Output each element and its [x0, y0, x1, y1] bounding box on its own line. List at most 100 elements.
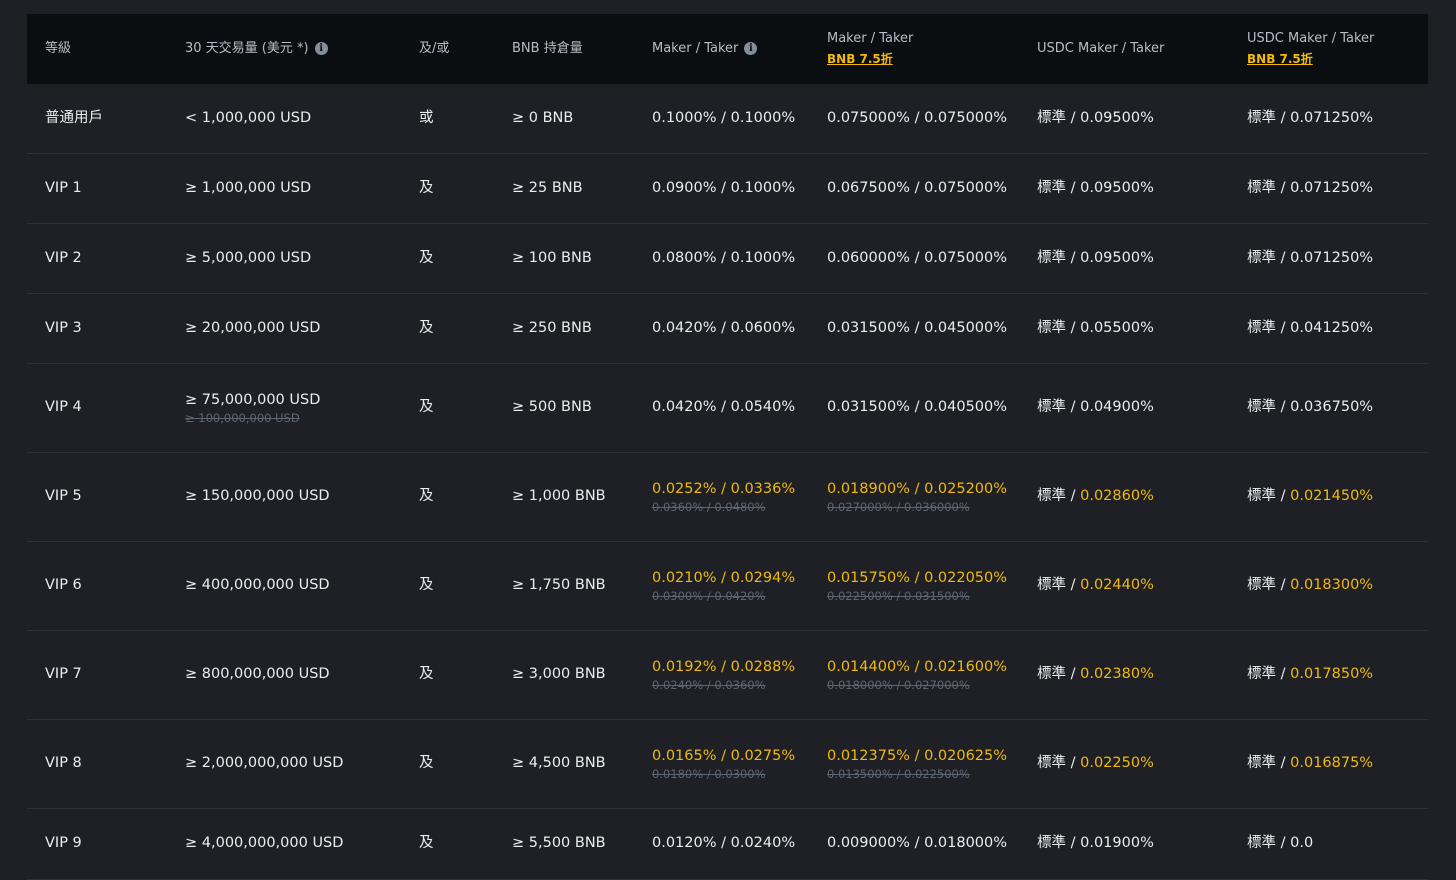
maker-taker-value: 0.0420% / 0.0540%: [652, 399, 796, 416]
volume-value: ≥ 20,000,000 USD: [185, 319, 321, 336]
maker-taker-bnb-cell: 0.067500% / 0.075000%: [809, 178, 1019, 200]
volume-value: ≥ 1,000,000 USD: [185, 179, 312, 196]
bnb-value: ≥ 500 BNB: [512, 399, 592, 416]
usdc-standard-label: 標準 /: [1037, 577, 1081, 594]
table-row: VIP 2 ≥ 5,000,000 USD 及 ≥ 100 BNB 0.0800…: [27, 224, 1428, 294]
usdc-bnb-value: 0.018300%: [1290, 577, 1374, 594]
usdc-cell: 標準 / 0.02860%: [1019, 486, 1229, 508]
maker-taker-bnb-cell: 0.009000% / 0.018000%: [809, 833, 1019, 855]
usdc-bnb-value: 0.071250%: [1290, 249, 1374, 266]
usdc-bnb-standard-label: 標準 /: [1247, 249, 1291, 266]
andor-cell: 及: [401, 248, 494, 270]
andor-cell: 及: [401, 486, 494, 508]
bnb-discount-link[interactable]: BNB 7.5折: [1247, 50, 1428, 69]
bnb-cell: ≥ 3,000 BNB: [494, 664, 634, 686]
volume-old-value: ≥ 100,000,000 USD: [185, 411, 300, 426]
header-usdc-label: USDC Maker / Taker: [1037, 40, 1165, 56]
maker-taker-bnb-cell: 0.031500% / 0.045000%: [809, 318, 1019, 340]
andor-value: 及: [419, 488, 434, 505]
bnb-value: ≥ 250 BNB: [512, 319, 592, 336]
table-row: VIP 4 ≥ 75,000,000 USD ≥ 100,000,000 USD…: [27, 364, 1428, 453]
maker-taker-bnb-cell: 0.018900% / 0.025200% 0.027000% / 0.0360…: [809, 479, 1019, 516]
header-maker-taker-label: Maker / Taker: [652, 40, 739, 56]
bnb-cell: ≥ 250 BNB: [494, 318, 634, 340]
usdc-bnb-cell: 標準 / 0.016875%: [1229, 753, 1428, 775]
maker-taker-value: 0.0252% / 0.0336%: [652, 480, 796, 497]
maker-taker-value: 0.0800% / 0.1000%: [652, 249, 796, 266]
usdc-cell: 標準 / 0.09500%: [1019, 248, 1229, 270]
usdc-bnb-standard-label: 標準 /: [1247, 577, 1291, 594]
usdc-bnb-value: 0.021450%: [1290, 488, 1374, 505]
table-header: 等級 30 天交易量 (美元 *) i 及/或 BNB 持倉量 Maker / …: [27, 14, 1428, 84]
maker-taker-cell: 0.0165% / 0.0275% 0.0180% / 0.0300%: [634, 746, 809, 783]
bnb-value: ≥ 4,500 BNB: [512, 755, 606, 772]
maker-taker-cell: 0.0192% / 0.0288% 0.0240% / 0.0360%: [634, 657, 809, 694]
andor-value: 及: [419, 249, 434, 266]
bnb-cell: ≥ 0 BNB: [494, 108, 634, 130]
usdc-bnb-value: 0.036750%: [1290, 399, 1374, 416]
volume-cell: ≥ 800,000,000 USD: [167, 664, 401, 686]
usdc-cell: 標準 / 0.02250%: [1019, 753, 1229, 775]
tier-cell: VIP 3: [27, 318, 167, 340]
tier-cell: VIP 5: [27, 486, 167, 508]
andor-cell: 及: [401, 178, 494, 200]
maker-taker-bnb-cell: 0.012375% / 0.020625% 0.013500% / 0.0225…: [809, 746, 1019, 783]
bnb-discount-link[interactable]: BNB 7.5折: [827, 50, 1019, 69]
usdc-bnb-cell: 標準 / 0.018300%: [1229, 575, 1428, 597]
usdc-value: 0.02440%: [1080, 577, 1154, 594]
tier-label: VIP 2: [45, 249, 82, 266]
tier-label: 普通用戶: [45, 109, 103, 126]
maker-taker-old-value: 0.0180% / 0.0300%: [652, 767, 766, 782]
header-usdc-bnb-label: USDC Maker / Taker: [1247, 31, 1375, 46]
maker-taker-old-value: 0.0300% / 0.0420%: [652, 589, 766, 604]
table-row: VIP 3 ≥ 20,000,000 USD 及 ≥ 250 BNB 0.042…: [27, 294, 1428, 364]
andor-cell: 或: [401, 108, 494, 130]
info-icon[interactable]: i: [744, 42, 758, 56]
maker-taker-cell: 0.0420% / 0.0540%: [634, 397, 809, 419]
usdc-value: 0.01900%: [1080, 835, 1154, 852]
header-tier: 等級: [27, 39, 167, 60]
usdc-standard-label: 標準 /: [1037, 249, 1081, 266]
usdc-bnb-value: 0.016875%: [1290, 755, 1374, 772]
volume-cell: ≥ 5,000,000 USD: [167, 248, 401, 270]
bnb-value: ≥ 5,500 BNB: [512, 835, 606, 852]
usdc-standard-label: 標準 /: [1037, 835, 1081, 852]
usdc-standard-label: 標準 /: [1037, 488, 1081, 505]
volume-cell: ≥ 20,000,000 USD: [167, 318, 401, 340]
info-icon[interactable]: i: [314, 42, 328, 56]
usdc-bnb-value: 0.0: [1290, 835, 1314, 852]
bnb-value: ≥ 100 BNB: [512, 249, 592, 266]
maker-taker-value: 0.0165% / 0.0275%: [652, 747, 796, 764]
maker-taker-cell: 0.0800% / 0.1000%: [634, 248, 809, 270]
usdc-bnb-cell: 標準 / 0.071250%: [1229, 108, 1428, 130]
andor-cell: 及: [401, 664, 494, 686]
maker-taker-bnb-value: 0.067500% / 0.075000%: [827, 179, 1008, 196]
tier-cell: VIP 8: [27, 753, 167, 775]
tier-label: VIP 8: [45, 755, 82, 772]
tier-label: VIP 4: [45, 399, 82, 416]
table-row: VIP 5 ≥ 150,000,000 USD 及 ≥ 1,000 BNB 0.…: [27, 453, 1428, 542]
bnb-cell: ≥ 1,750 BNB: [494, 575, 634, 597]
maker-taker-bnb-cell: 0.075000% / 0.075000%: [809, 108, 1019, 130]
usdc-standard-label: 標準 /: [1037, 179, 1081, 196]
maker-taker-cell: 0.0900% / 0.1000%: [634, 178, 809, 200]
andor-cell: 及: [401, 833, 494, 855]
volume-cell: ≥ 1,000,000 USD: [167, 178, 401, 200]
table-row: VIP 7 ≥ 800,000,000 USD 及 ≥ 3,000 BNB 0.…: [27, 631, 1428, 720]
bnb-cell: ≥ 1,000 BNB: [494, 486, 634, 508]
tier-cell: VIP 7: [27, 664, 167, 686]
usdc-bnb-cell: 標準 / 0.0: [1229, 833, 1428, 855]
maker-taker-bnb-value: 0.014400% / 0.021600%: [827, 658, 1008, 675]
maker-taker-bnb-cell: 0.014400% / 0.021600% 0.018000% / 0.0270…: [809, 657, 1019, 694]
maker-taker-bnb-old-value: 0.027000% / 0.036000%: [827, 500, 970, 515]
usdc-bnb-standard-label: 標準 /: [1247, 179, 1291, 196]
usdc-value: 0.09500%: [1080, 249, 1154, 266]
table-row: VIP 1 ≥ 1,000,000 USD 及 ≥ 25 BNB 0.0900%…: [27, 154, 1428, 224]
maker-taker-bnb-value: 0.018900% / 0.025200%: [827, 480, 1008, 497]
andor-cell: 及: [401, 753, 494, 775]
maker-taker-bnb-old-value: 0.022500% / 0.031500%: [827, 589, 970, 604]
andor-value: 或: [419, 109, 434, 126]
usdc-cell: 標準 / 0.02380%: [1019, 664, 1229, 686]
bnb-cell: ≥ 500 BNB: [494, 397, 634, 419]
volume-cell: ≥ 150,000,000 USD: [167, 486, 401, 508]
